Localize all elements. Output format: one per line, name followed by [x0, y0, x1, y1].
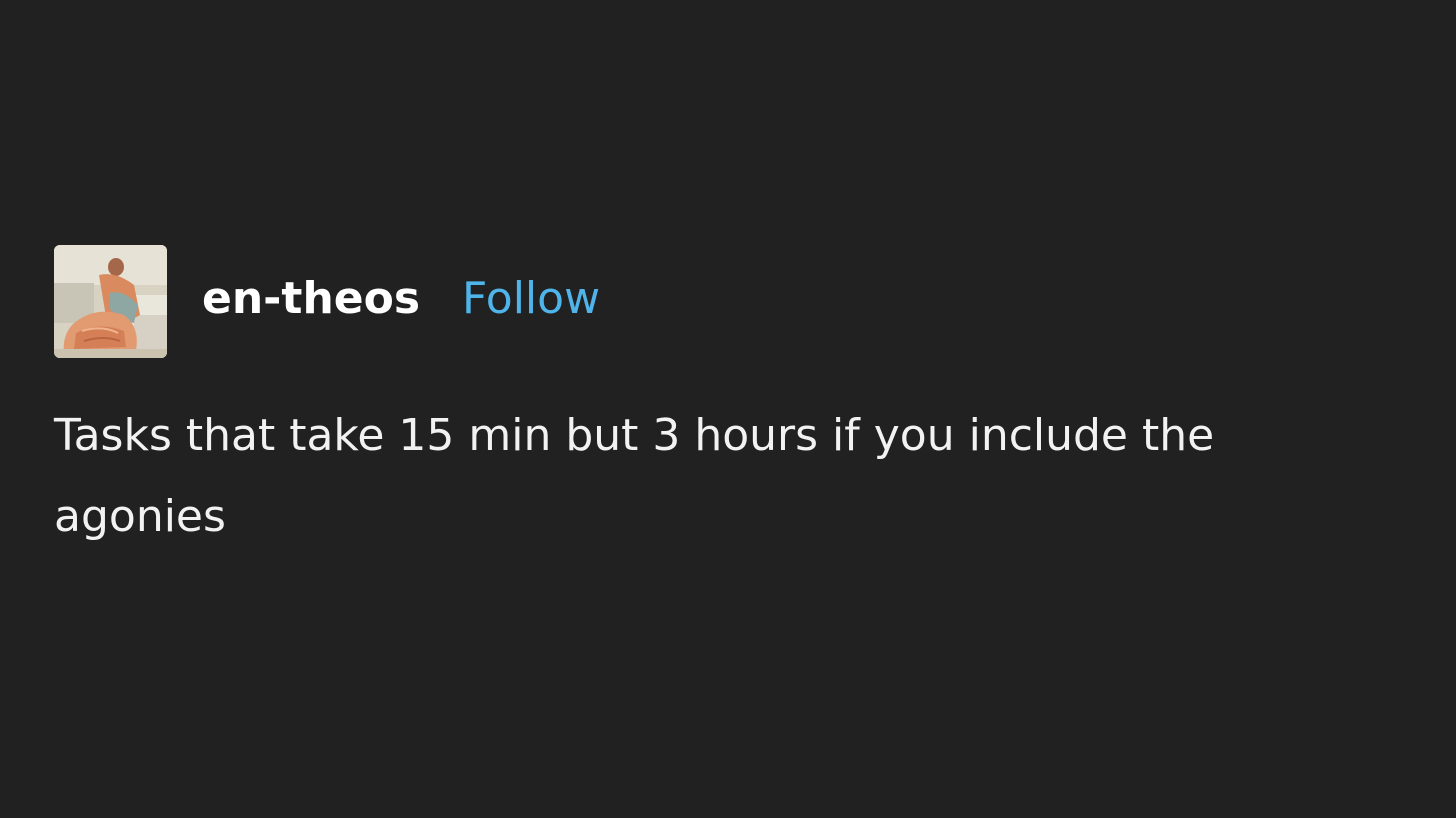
avatar[interactable]: [54, 244, 167, 358]
post-card: en-theos Follow Tasks that take 15 min b…: [54, 244, 1414, 557]
painting-avatar-icon: [54, 244, 167, 358]
author-username[interactable]: en-theos: [202, 277, 420, 321]
post-body-text: Tasks that take 15 min but 3 hours if yo…: [54, 410, 1215, 542]
follow-button[interactable]: Follow: [462, 277, 600, 321]
post-header: en-theos Follow: [54, 244, 1414, 358]
